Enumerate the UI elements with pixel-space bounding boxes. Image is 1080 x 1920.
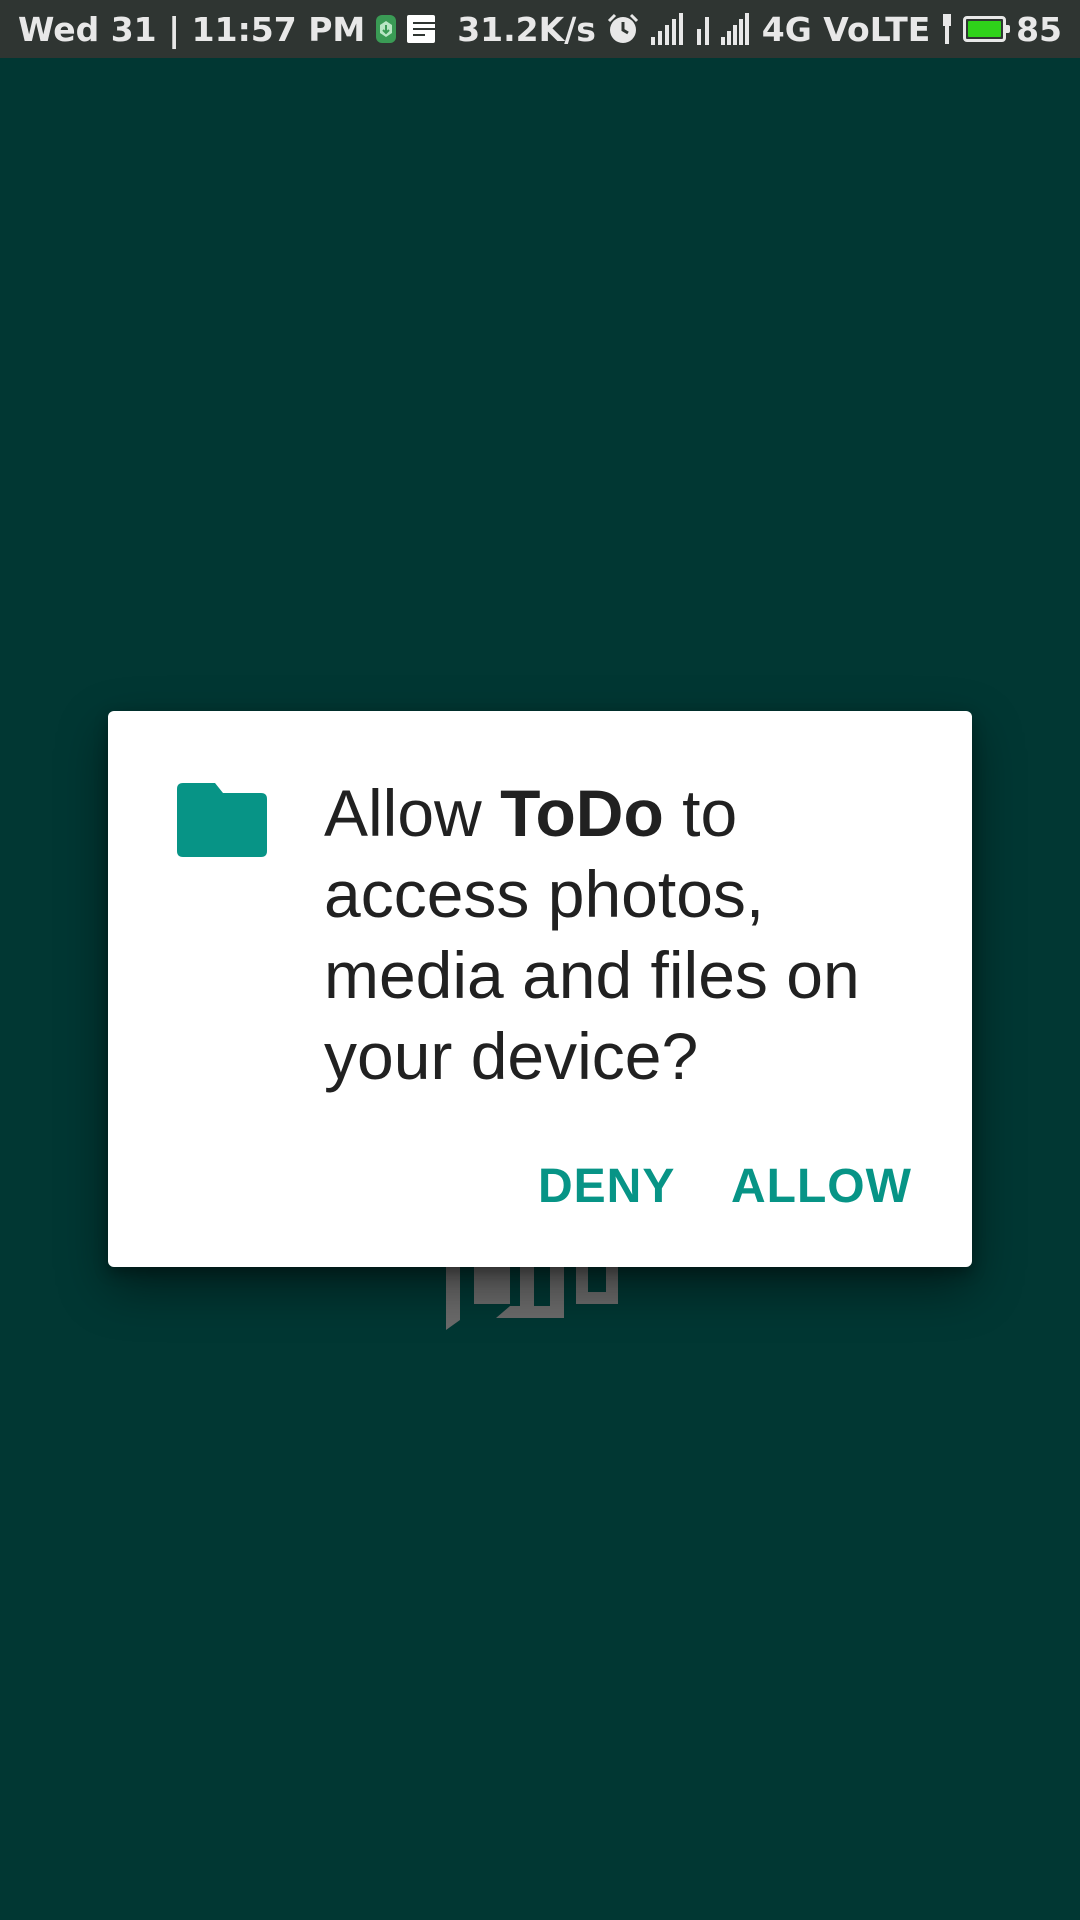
status-bar: Wed 31 | 11:57 PM 31.2K/s 4G VoLTE 85 [0,0,1080,58]
folder-icon [177,783,267,857]
signal-secondary-icon [697,13,711,45]
signal-icon [650,13,687,45]
app-notification-icon [375,15,397,43]
battery-level: 85 [1016,9,1062,49]
net-speed: 31.2K/s [457,9,596,49]
signal-third-icon [721,13,751,45]
allow-button[interactable]: ALLOW [721,1151,922,1222]
permission-dialog: Allow ToDo to access photos, media and f… [108,711,972,1267]
charging-icon [941,14,953,44]
message-prefix: Allow [324,776,501,850]
deny-button[interactable]: DENY [528,1151,685,1222]
permission-message: Allow ToDo to access photos, media and f… [324,773,934,1097]
app-name: ToDo [500,776,664,850]
message-icon [406,15,435,43]
status-datetime: Wed 31 | 11:57 PM [18,9,366,49]
network-type: 4G VoLTE [761,9,931,49]
battery-icon [963,16,1010,42]
alarm-icon [606,12,640,46]
